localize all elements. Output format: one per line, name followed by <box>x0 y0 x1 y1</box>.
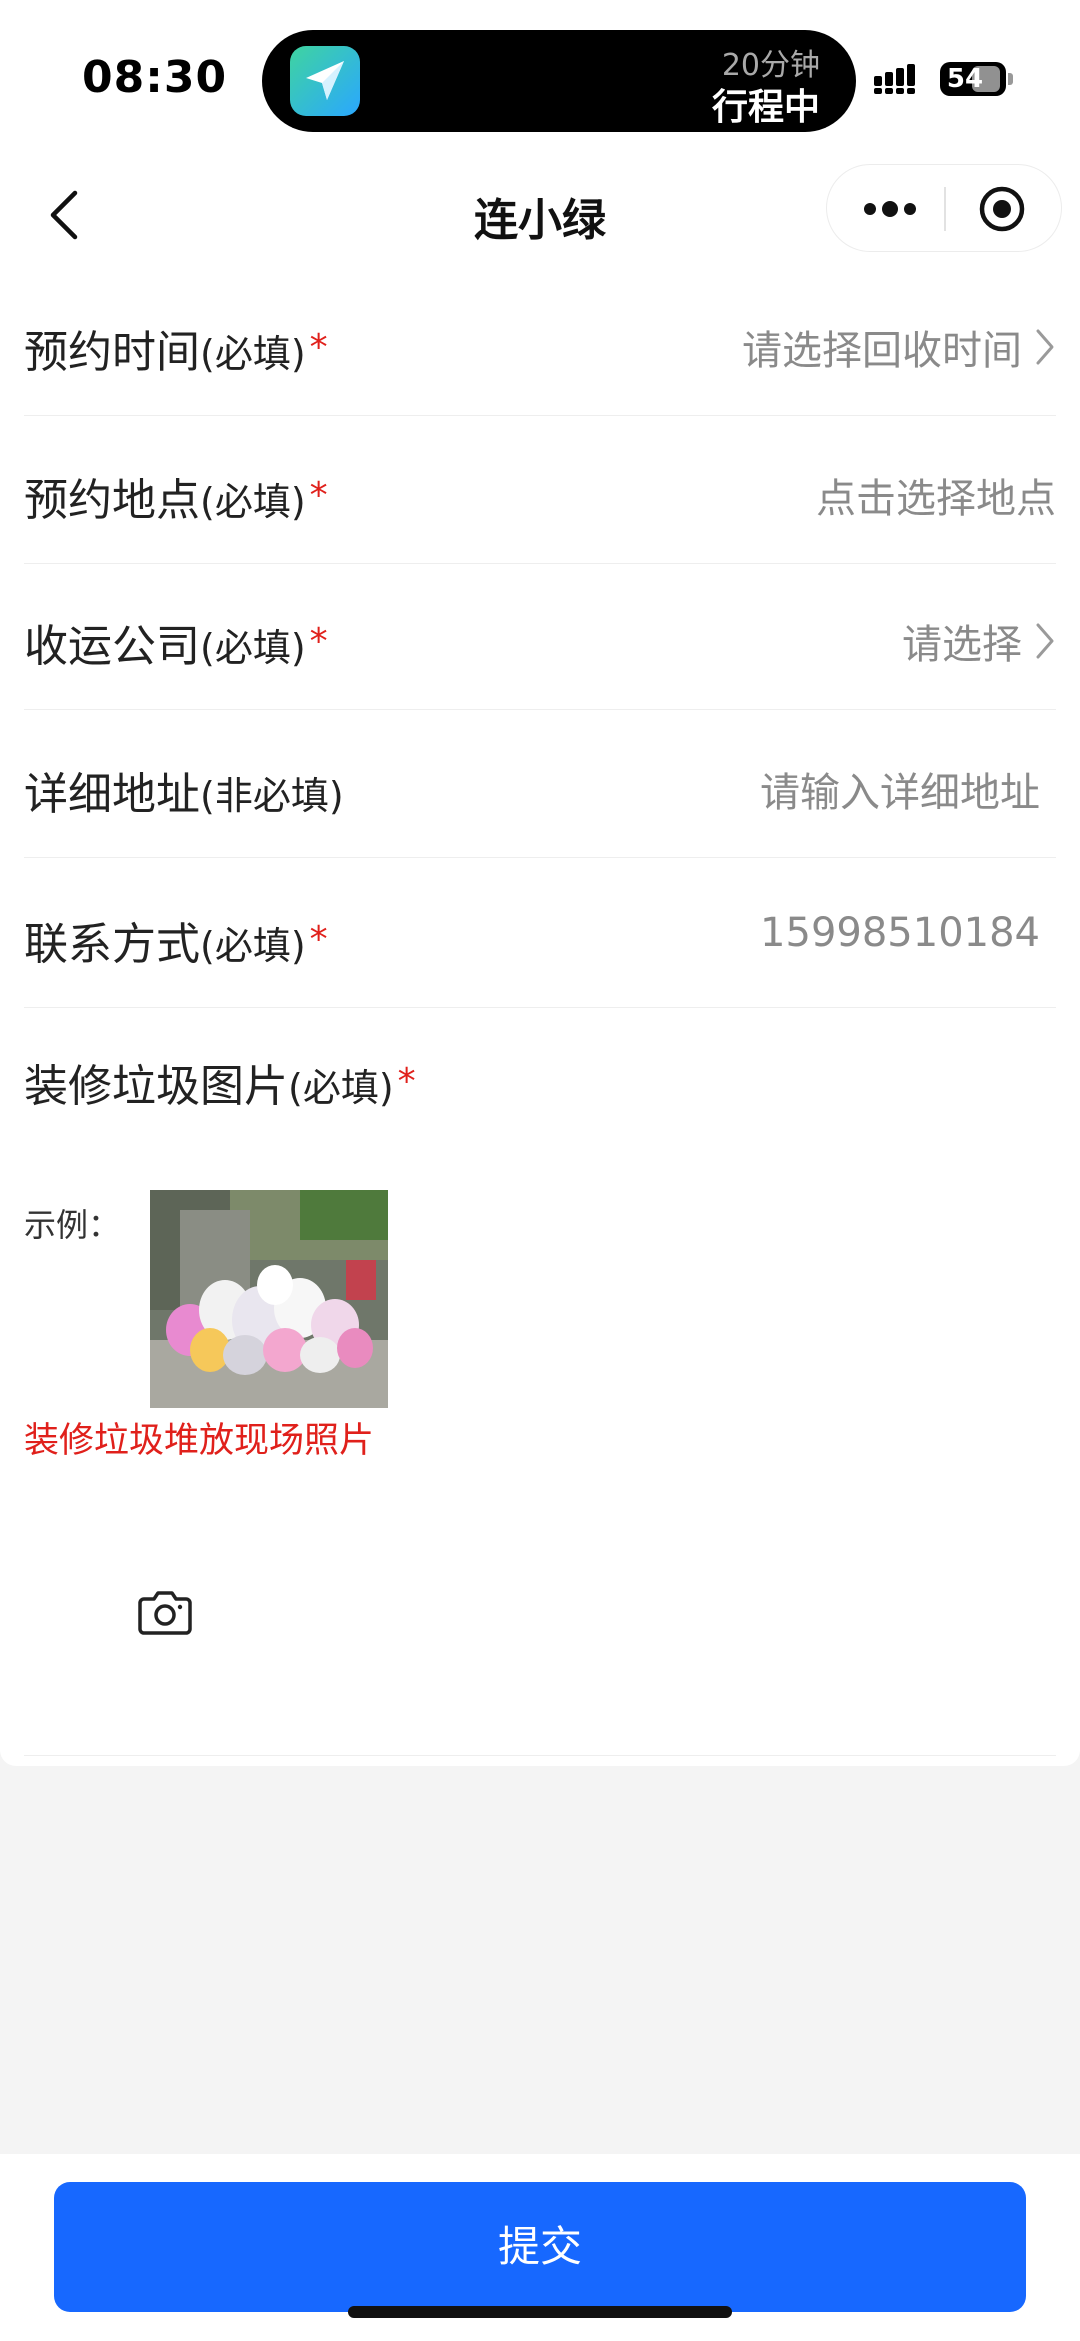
upload-label-text: 装修垃圾图片 <box>24 1061 288 1112</box>
home-indicator[interactable] <box>348 2306 732 2318</box>
row-value-text: 点击选择地点 <box>816 476 1056 522</box>
submit-button[interactable]: 提交 <box>54 2182 1026 2312</box>
status-bar: 08:30 20分钟 行程中 54 <box>0 0 1080 160</box>
navigation-bar: 连小绿 <box>0 160 1080 270</box>
upload-label-note: (必填) <box>288 1066 394 1110</box>
row-label-note: (必填) <box>200 626 306 670</box>
location-picker[interactable]: 点击选择地点 <box>816 466 1056 524</box>
dynamic-island[interactable]: 20分钟 行程中 <box>262 30 856 132</box>
row-label-note: (必填) <box>200 924 306 968</box>
example-caption: 装修垃圾堆放现场照片 <box>24 1421 375 1461</box>
row-label-text: 预约时间 <box>24 327 200 378</box>
camera-upload-button[interactable] <box>136 1583 194 1641</box>
signal-icon <box>874 64 915 94</box>
row-label: 联系方式(必填) * <box>24 908 328 972</box>
row-label-text: 详细地址 <box>24 769 200 820</box>
required-mark: * <box>309 919 328 960</box>
contact-phone-input[interactable]: 15998510184 <box>760 910 1040 956</box>
required-mark: * <box>309 475 328 516</box>
trip-status: 行程中 <box>711 87 820 128</box>
status-time: 08:30 <box>82 52 228 103</box>
chevron-right-icon <box>1036 623 1054 659</box>
row-label-note: (必填) <box>200 480 306 524</box>
row-label: 详细地址(非必填) <box>24 758 344 822</box>
row-label-text: 预约地点 <box>24 475 200 526</box>
row-label-text: 收运公司 <box>24 621 200 672</box>
company-picker[interactable]: 请选择 <box>902 612 1056 670</box>
close-miniprogram-button[interactable] <box>967 179 1037 239</box>
camera-icon <box>138 1591 192 1635</box>
more-button[interactable] <box>845 179 935 239</box>
row-label-note: (必填) <box>200 332 306 376</box>
miniprogram-capsule <box>826 164 1062 252</box>
form-card: 预约时间(必填) * 请选择回收时间 预约地点(必填) * 点击选择地点 收运公司(… <box>0 270 1080 1766</box>
required-mark: * <box>309 621 328 662</box>
example-photo[interactable] <box>150 1190 388 1408</box>
battery-icon: 54 <box>940 62 1006 96</box>
capsule-divider <box>944 187 946 231</box>
battery-tip <box>1008 73 1013 85</box>
detail-address-input[interactable]: 请输入详细地址 <box>760 760 1040 818</box>
row-label: 预约时间(必填) * <box>24 316 328 380</box>
example-label: 示例： <box>24 1206 121 1244</box>
row-label-note: (非必填) <box>200 774 344 818</box>
appointment-time-picker[interactable]: 请选择回收时间 <box>742 318 1056 376</box>
form-row-appointment-time[interactable]: 预约时间(必填) * 请选择回收时间 <box>24 270 1056 416</box>
row-label: 收运公司(必填) * <box>24 610 328 674</box>
row-label: 预约地点(必填) * <box>24 464 328 528</box>
chevron-right-icon <box>1036 329 1054 365</box>
row-value-text: 15998510184 <box>760 910 1040 956</box>
required-mark: * <box>309 327 328 368</box>
navigation-app-icon <box>290 46 360 116</box>
form-row-appointment-location[interactable]: 预约地点(必填) * 点击选择地点 <box>24 418 1056 564</box>
battery-level-text: 54 <box>946 64 984 94</box>
more-dots-icon <box>864 201 916 217</box>
form-row-detail-address[interactable]: 详细地址(非必填) 请输入详细地址 <box>24 712 1056 858</box>
required-mark: * <box>397 1061 416 1102</box>
screen: 08:30 20分钟 行程中 54 连小绿 预约时间(必填) * 请选择回收时间… <box>0 0 1080 2341</box>
form-row-transport-company[interactable]: 收运公司(必填) * 请选择 <box>24 564 1056 710</box>
row-value-text: 请选择回收时间 <box>742 328 1022 374</box>
target-circle-icon <box>979 186 1025 232</box>
row-value-text: 请选择 <box>902 622 1022 668</box>
row-label-text: 联系方式 <box>24 919 200 970</box>
upload-label: 装修垃圾图片(必填) * <box>24 1050 416 1114</box>
row-value-text: 请输入详细地址 <box>760 770 1040 816</box>
form-row-contact[interactable]: 联系方式(必填) * 15998510184 <box>24 862 1056 1008</box>
photo-upload-section: 装修垃圾图片(必填) * 示例： 装修垃圾堆放现场照片 <box>24 1050 1056 1756</box>
